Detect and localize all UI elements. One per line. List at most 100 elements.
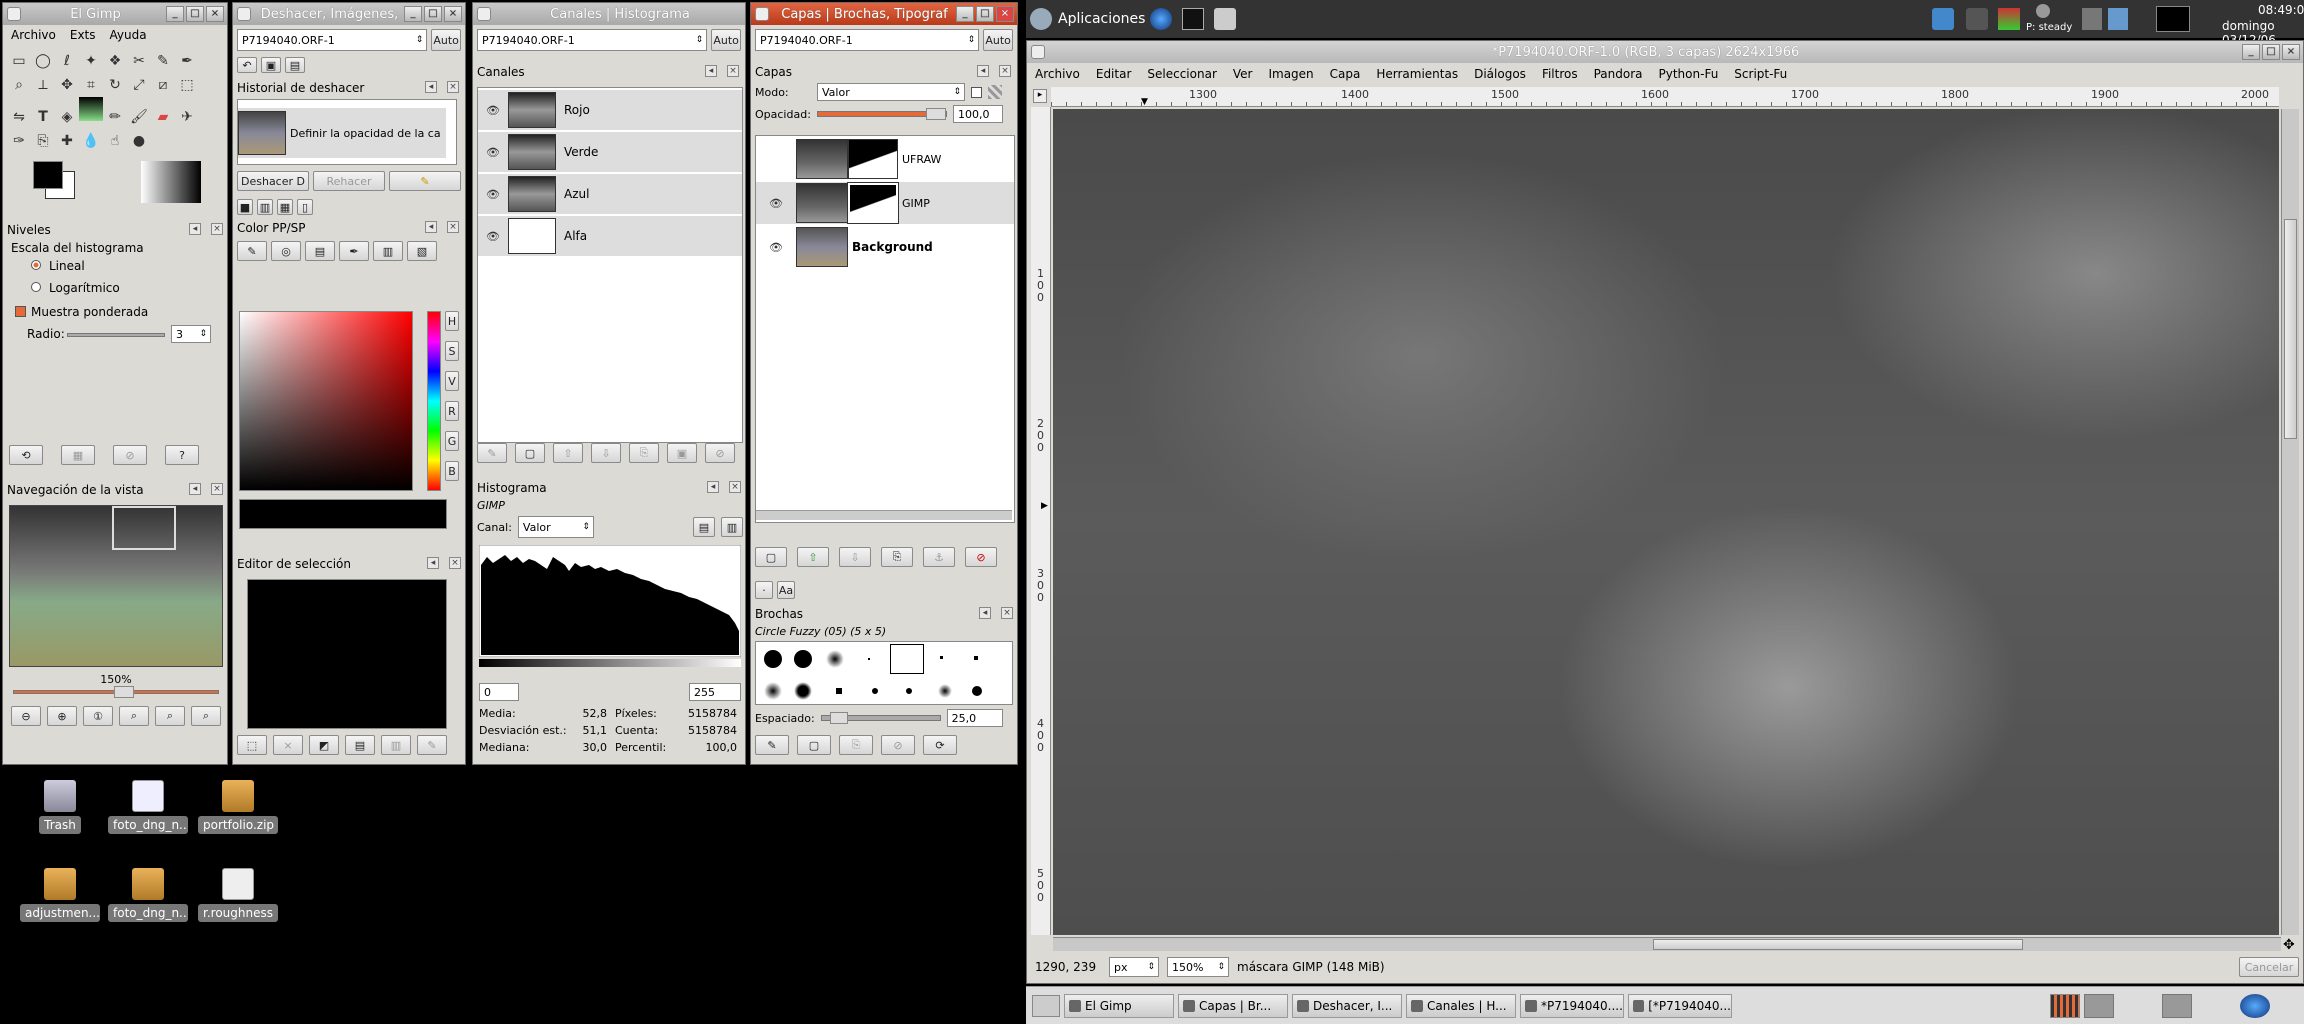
quick-mask-corner[interactable]: ▸ <box>1033 89 1047 103</box>
eye-icon[interactable]: 👁 <box>478 230 508 243</box>
smudge-icon[interactable]: ☝ <box>103 129 127 153</box>
spacing-spin[interactable]: 25,0 <box>946 709 1003 727</box>
zoom-icon[interactable]: ⌕ <box>7 73 31 97</box>
mode-combo[interactable]: Valor ⇕ <box>817 83 965 101</box>
eye-icon[interactable]: 👁 <box>478 188 508 201</box>
horizontal-scrollbar[interactable] <box>1053 937 2281 951</box>
image-selector[interactable]: P7194040.ORF-1 ⇕ <box>237 29 428 51</box>
menu-editar[interactable]: Editar <box>1096 67 1132 81</box>
airbrush-icon[interactable]: ✈ <box>175 105 199 129</box>
menu-archivo[interactable]: Archivo <box>11 28 56 42</box>
desktop-icon-adjustments[interactable]: adjustmen... <box>20 868 100 925</box>
stop-button[interactable]: ⊘ <box>113 445 147 465</box>
eraser-icon[interactable]: ▰ <box>151 105 175 129</box>
fonts-tab-icon[interactable]: Aa <box>777 581 795 599</box>
nav-zoom-slider[interactable] <box>13 686 219 698</box>
gimp-selector-icon[interactable]: ✎ <box>237 241 267 261</box>
horizontal-ruler[interactable]: 1300 1400 1500 1600 1700 1800 1900 2000 … <box>1051 87 2279 107</box>
channel-r[interactable]: R <box>445 401 459 421</box>
auto-button[interactable]: Auto <box>711 29 741 51</box>
lasso-icon[interactable]: ℓ <box>55 49 79 73</box>
navigation-preview[interactable] <box>9 505 223 667</box>
color-select-icon[interactable]: ❖ <box>103 49 127 73</box>
maximize-button[interactable]: □ <box>424 6 442 22</box>
close-tab-icon[interactable]: × <box>1001 607 1013 619</box>
maximize-button[interactable]: □ <box>186 6 204 22</box>
menu-archivo[interactable]: Archivo <box>1035 67 1080 81</box>
undo-tab-icon[interactable]: ↶ <box>237 57 257 73</box>
unit-combo[interactable]: px ⇕ <box>1109 957 1159 977</box>
channel-g[interactable]: G <box>445 431 459 451</box>
select-none-icon[interactable]: × <box>273 735 303 755</box>
cancel-button[interactable]: Cancelar <box>2239 957 2299 977</box>
minimize-button[interactable]: _ <box>404 6 422 22</box>
brush-icon[interactable]: 🖌 <box>127 105 151 129</box>
workspace-switcher[interactable] <box>2050 993 2080 1018</box>
close-button[interactable]: × <box>2282 44 2300 60</box>
edit-brush-icon[interactable]: ✎ <box>755 735 789 755</box>
triangle-selector-icon[interactable]: ◎ <box>271 241 301 261</box>
app-icon-2[interactable] <box>2162 993 2192 1018</box>
raise-icon[interactable]: ⇧ <box>553 443 583 463</box>
dup-brush-icon[interactable]: ⎘ <box>839 735 873 755</box>
close-tab-icon[interactable]: × <box>727 65 739 77</box>
tools-icon[interactable] <box>1932 8 1954 30</box>
range-min[interactable]: 0 <box>479 683 519 701</box>
clear-history-icon[interactable]: ✎ <box>389 171 461 191</box>
lower-icon[interactable]: ⇩ <box>591 443 621 463</box>
close-button[interactable]: × <box>444 6 462 22</box>
tab-menu-icon[interactable]: ◂ <box>425 221 437 233</box>
rotate-icon[interactable]: ↻ <box>103 73 127 97</box>
flip-icon[interactable]: ⇋ <box>7 105 31 129</box>
move-icon[interactable]: ✥ <box>55 73 79 97</box>
zoom-shrink-icon[interactable]: ⌕ <box>191 706 221 726</box>
radius-slider[interactable] <box>67 333 165 337</box>
tab-menu-icon[interactable]: ◂ <box>189 483 201 495</box>
hue-strip[interactable] <box>427 311 441 491</box>
perspective-icon[interactable]: ⬚ <box>175 73 199 97</box>
radius-spin[interactable]: 3 ⇕ <box>171 325 211 343</box>
pencil-icon[interactable]: ✏ <box>103 105 127 129</box>
desktop-icon-roughness[interactable]: r.roughness <box>198 868 278 925</box>
tab-menu-icon[interactable]: ◂ <box>189 223 201 235</box>
clone-icon[interactable]: ⎘ <box>31 129 55 153</box>
new-brush-icon[interactable]: ▢ <box>797 735 831 755</box>
ink-icon[interactable]: ✑ <box>7 129 31 153</box>
maximize-button[interactable]: □ <box>976 6 994 22</box>
gradient-tab-icon[interactable]: ▥ <box>257 199 273 215</box>
terminal-icon[interactable] <box>1182 8 1204 30</box>
opacity-spin[interactable]: 100,0 <box>953 105 1003 123</box>
network-icon[interactable] <box>2108 8 2128 30</box>
zoom-1-icon[interactable]: ① <box>83 706 113 726</box>
zoom-in-icon[interactable]: ⊕ <box>47 706 77 726</box>
channel-b[interactable]: B <box>445 461 459 481</box>
new-layer-icon[interactable]: ▢ <box>755 547 787 567</box>
scissors-icon[interactable]: ✂ <box>127 49 151 73</box>
clock-time[interactable]: 08:49:08 <box>2258 3 2304 17</box>
tab-menu-icon[interactable]: ◂ <box>427 557 439 569</box>
tab-menu-icon[interactable]: ◂ <box>979 607 991 619</box>
volume-icon[interactable] <box>2082 8 2102 30</box>
stroke-icon[interactable]: ✎ <box>417 735 447 755</box>
help-button[interactable]: ? <box>165 445 199 465</box>
radio-log[interactable] <box>31 282 41 292</box>
color-icon[interactable] <box>1998 8 2020 30</box>
color-square[interactable] <box>239 311 413 491</box>
task-image-2[interactable]: [*P7194040... <box>1628 993 1732 1018</box>
close-tab-icon[interactable]: × <box>729 481 741 493</box>
close-tab-icon[interactable]: × <box>999 65 1011 77</box>
task-capas[interactable]: Capas | Br... <box>1178 993 1288 1018</box>
view-rectangle[interactable] <box>112 506 176 550</box>
weighted-checkbox[interactable] <box>15 306 26 317</box>
menu-dialogos[interactable]: Diálogos <box>1474 67 1526 81</box>
channel-s[interactable]: S <box>445 341 459 361</box>
minimize-button[interactable]: _ <box>166 6 184 22</box>
image-canvas[interactable] <box>1053 109 2279 935</box>
zoom-fill-icon[interactable]: ⌕ <box>155 706 185 726</box>
auto-button[interactable]: Auto <box>431 29 461 51</box>
mask-thumb[interactable] <box>848 139 898 179</box>
mask-thumb[interactable] <box>847 182 899 224</box>
close-tab-icon[interactable]: × <box>447 221 459 233</box>
crop-icon[interactable]: ⌗ <box>79 73 103 97</box>
del-brush-icon[interactable]: ⊘ <box>881 735 915 755</box>
